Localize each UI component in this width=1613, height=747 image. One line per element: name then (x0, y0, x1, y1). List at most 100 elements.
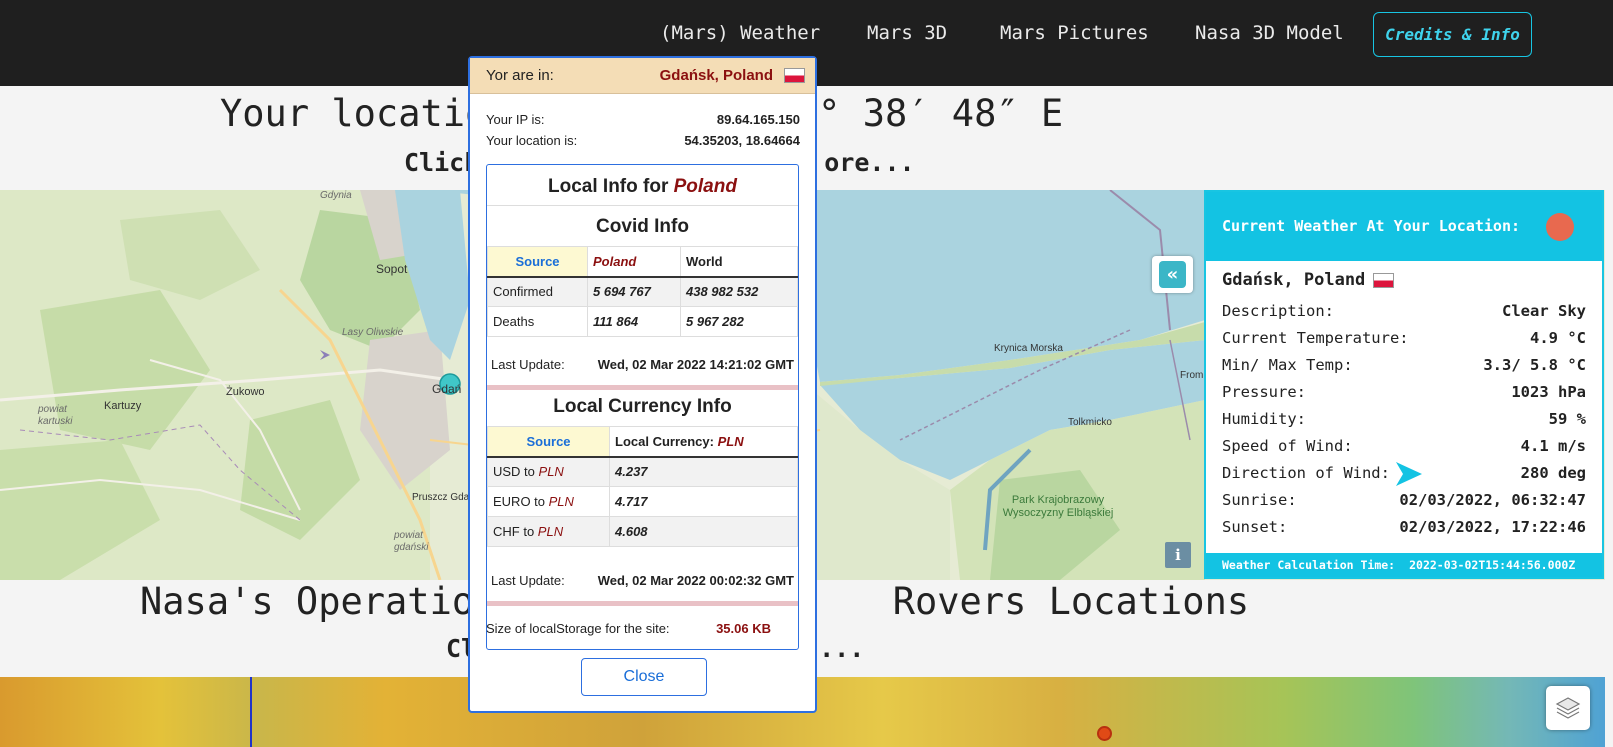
modal-header: Yor are in: Gdańsk, Poland (470, 58, 815, 94)
table-row: EURO to PLN 4.717 (487, 486, 798, 517)
currency-row-label: EURO to PLN (487, 486, 610, 517)
map-layers-button[interactable] (1546, 686, 1590, 730)
credits-info-button[interactable]: Credits & Info (1373, 12, 1532, 57)
covid-table: Source Poland World Confirmed 5 694 767 … (487, 246, 798, 337)
currency-rate: 4.608 (609, 516, 798, 547)
weather-row-min-max: Min/ Max Temp: 3.3/ 5.8 °C (1222, 356, 1586, 374)
currency-row-label: USD to PLN (487, 456, 610, 487)
weather-city: Gdańsk, Poland (1222, 270, 1395, 290)
weather-value: 1023 hPa (1511, 383, 1586, 401)
weather-row-sunset: Sunset: 02/03/2022, 17:22:46 (1222, 518, 1586, 536)
weather-row-humidity: Humidity: 59 % (1222, 410, 1586, 428)
weather-calc-time: Weather Calculation Time: 2022-03-02T15:… (1206, 553, 1602, 577)
weather-label: Speed of Wind: (1222, 437, 1353, 455)
table-row: USD to PLN 4.237 (487, 456, 798, 487)
currency-local-header: Local Currency: PLN (609, 426, 798, 458)
table-row: Deaths 111 864 5 967 282 (487, 306, 798, 337)
double-chevron-left-icon: « (1159, 261, 1186, 288)
close-button[interactable]: Close (581, 658, 707, 696)
covid-header-row: Source Poland World (487, 246, 798, 278)
location-heading-right: 18° 38′ 48″ E (773, 92, 1064, 135)
covid-info-title: Covid Info (596, 216, 689, 237)
map-label-park: Park Krajobrazowy Wysoczyzny Elbląskiej (1002, 494, 1114, 519)
map-label-gdansk: Gdań (432, 382, 462, 396)
nav-link-mars-3d[interactable]: Mars 3D (867, 22, 947, 44)
section-divider (487, 601, 798, 606)
storage-value: 35.06 KB (716, 621, 771, 636)
weather-label: Humidity: (1222, 410, 1306, 428)
currency-table: Source Local Currency: PLN USD to PLN 4.… (487, 426, 798, 547)
nav-link-nasa-3d-model[interactable]: Nasa 3D Model (1195, 22, 1344, 44)
map-collapse-button[interactable]: « (1152, 256, 1193, 293)
weather-city-name: Gdańsk, Poland (1222, 270, 1366, 290)
ip-label: Your IP is: (486, 112, 545, 127)
map-label-from: From (1180, 370, 1204, 381)
weather-value: 3.3/ 5.8 °C (1483, 356, 1586, 374)
weather-row-sunrise: Sunrise: 02/03/2022, 06:32:47 (1222, 491, 1586, 509)
local-info-box: Local Info for Poland Covid Info Source … (486, 164, 799, 650)
storage-label: Size of localStorage for the site: (486, 621, 670, 636)
weather-panel: Current Weather At Your Location: Gdańsk… (1204, 190, 1604, 579)
currency-info-title: Local Currency Info (553, 396, 732, 417)
you-are-in-label: Yor are in: (486, 67, 554, 84)
covid-row-label: Confirmed (487, 276, 588, 307)
map-label-krynica: Krynica Morska (994, 343, 1063, 354)
weather-label: Pressure: (1222, 383, 1306, 401)
currency-last-update: Last Update: Wed, 02 Mar 2022 00:02:32 G… (491, 573, 794, 588)
nasa-heading-left: Nasa's Operationa (140, 580, 519, 623)
rover-location-marker[interactable] (1097, 726, 1112, 741)
weather-calc-time-label: Weather Calculation Time: (1222, 558, 1396, 572)
wind-direction-arrow-icon (1396, 462, 1422, 486)
weather-status-icon[interactable] (1546, 213, 1574, 241)
currency-header-row: Source Local Currency: PLN (487, 426, 798, 458)
nasa-heading-right: Rovers Locations (892, 580, 1250, 623)
covid-source-link[interactable]: Source (487, 246, 588, 278)
currency-to: PLN (537, 524, 564, 539)
currency-row-label: CHF to PLN (487, 516, 610, 547)
nasa-sub-right: ... (819, 634, 865, 663)
map-label-powiat-kartuski: powiat kartuski (38, 404, 73, 427)
map-label-powiat-gdanski: powiat gdański (394, 530, 429, 553)
currency-local-label: Local Currency: (615, 433, 714, 449)
local-storage-size: Size of localStorage for the site: 35.06… (486, 621, 771, 636)
weather-value: 02/03/2022, 06:32:47 (1399, 491, 1586, 509)
currency-from: CHF to (493, 524, 535, 539)
weather-row-pressure: Pressure: 1023 hPa (1222, 383, 1586, 401)
weather-row-description: Description: Clear Sky (1222, 302, 1586, 320)
currency-source-link[interactable]: Source (487, 426, 610, 458)
map-label-zukowo: Żukowo (226, 386, 265, 398)
covid-last-update: Last Update: Wed, 02 Mar 2022 14:21:02 G… (491, 357, 794, 372)
weather-label: Current Temperature: (1222, 329, 1409, 347)
table-row: CHF to PLN 4.608 (487, 516, 798, 547)
layers-icon (1555, 697, 1581, 719)
weather-value: Clear Sky (1502, 302, 1586, 320)
poland-flag-icon (784, 68, 805, 83)
location-info-modal: Yor are in: Gdańsk, Poland Your IP is: 8… (468, 56, 817, 713)
currency-rate: 4.717 (609, 486, 798, 517)
covid-world-value: 438 982 532 (680, 276, 798, 307)
currency-to: PLN (548, 494, 574, 509)
currency-from: USD to (493, 464, 535, 480)
modal-city: Gdańsk, Poland (659, 67, 773, 84)
weather-calc-time-value: 2022-03-02T15:44:56.000Z (1409, 558, 1576, 572)
weather-panel-title: Current Weather At Your Location: (1222, 217, 1521, 235)
currency-update-label: Last Update: (491, 573, 565, 588)
local-info-prefix: Local Info for (548, 176, 669, 197)
covid-update-label: Last Update: (491, 357, 565, 372)
mars-meridian-line (250, 677, 252, 747)
covid-world-header: World (680, 246, 798, 278)
nav-link-mars-pictures[interactable]: Mars Pictures (1000, 22, 1149, 44)
weather-label: Description: (1222, 302, 1334, 320)
weather-label: Direction of Wind: (1222, 464, 1390, 482)
weather-value: 59 % (1548, 410, 1586, 428)
weather-value: 4.1 m/s (1520, 437, 1586, 455)
currency-update-value: Wed, 02 Mar 2022 00:02:32 GMT (597, 573, 794, 588)
location-sub-right: ore... (824, 148, 915, 177)
weather-label: Sunrise: (1222, 491, 1297, 509)
weather-panel-header: Current Weather At Your Location: (1206, 192, 1602, 261)
map-info-button[interactable]: i (1165, 542, 1191, 568)
weather-label: Sunset: (1222, 518, 1288, 536)
section-divider (487, 385, 798, 390)
weather-value: 02/03/2022, 17:22:46 (1399, 518, 1586, 536)
nav-link-mars-weather[interactable]: (Mars) Weather (660, 22, 820, 44)
